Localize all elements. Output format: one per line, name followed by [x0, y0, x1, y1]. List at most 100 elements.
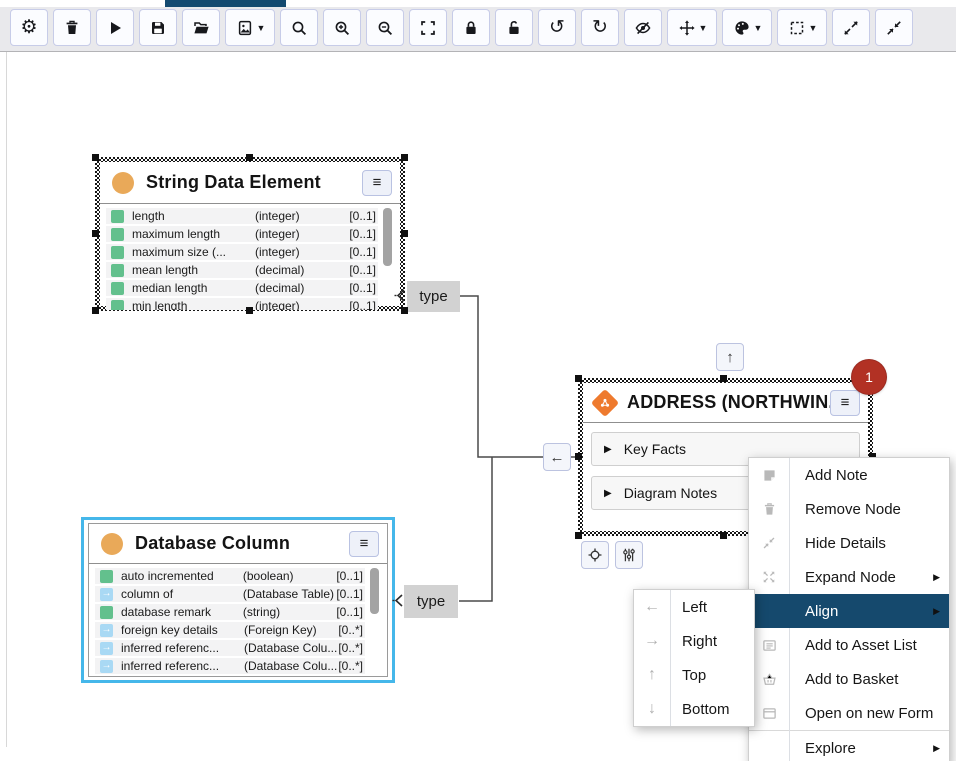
- open-button[interactable]: [182, 9, 220, 46]
- entity-icon: [591, 388, 619, 416]
- relation-icon: →: [100, 624, 113, 637]
- menu-item-add-to-basket[interactable]: Add to Basket: [749, 662, 949, 696]
- attribute-row[interactable]: →inferred referenc...(Database Colu...[0…: [95, 640, 365, 656]
- node-string-data-element[interactable]: String Data Element ≡ length(integer)[0.…: [95, 157, 405, 311]
- attribute-row[interactable]: min length(integer)[0..1]: [106, 298, 378, 310]
- relation-icon: →: [100, 660, 113, 673]
- selection-handle[interactable]: [575, 532, 582, 539]
- folder-open-icon: [191, 18, 211, 38]
- selection-handle[interactable]: [575, 453, 582, 460]
- basket-icon: [749, 671, 789, 688]
- arrow-left-icon: ←: [634, 598, 670, 616]
- toolbar: ⚙ ▼: [0, 7, 956, 52]
- attribute-row[interactable]: length(integer)[0..1]: [106, 208, 378, 224]
- node-title: ADDRESS (NORTHWIN...: [627, 392, 830, 413]
- node-scrollbar[interactable]: [383, 208, 392, 266]
- attribute-row[interactable]: →foreign key details(Foreign Key)[0..*]: [95, 622, 365, 638]
- attribute-row[interactable]: →inferred referenc...(Database Colu...[0…: [95, 658, 365, 674]
- move-mode-button[interactable]: ▼: [667, 9, 717, 46]
- menu-item-add-to-asset-list[interactable]: Add to Asset List: [749, 628, 949, 662]
- node-scrollbar[interactable]: [370, 568, 379, 614]
- expand-all-button[interactable]: [832, 9, 870, 46]
- filter-node-button[interactable]: [615, 541, 643, 569]
- settings-button[interactable]: ⚙: [10, 9, 48, 46]
- node-menu-button[interactable]: ≡: [362, 170, 392, 196]
- selection-handle[interactable]: [246, 307, 253, 314]
- zoom-in-icon: [332, 18, 352, 38]
- attribute-row[interactable]: maximum size (...(integer)[0..1]: [106, 244, 378, 260]
- selection-handle[interactable]: [401, 307, 408, 314]
- note-icon: [749, 467, 789, 484]
- attribute-list: auto incremented(boolean)[0..1] →column …: [89, 564, 387, 676]
- expand-triangle-icon: ▶: [604, 488, 612, 499]
- unlock-icon: [504, 18, 524, 38]
- menu-item-open-on-new-form[interactable]: Open on new Form: [749, 696, 949, 730]
- attribute-row[interactable]: maximum length(integer)[0..1]: [106, 226, 378, 242]
- select-mode-button[interactable]: ▼: [777, 9, 827, 46]
- delete-button[interactable]: [53, 9, 91, 46]
- zoom-in-button[interactable]: [323, 9, 361, 46]
- top-tab-indicator: [165, 0, 286, 7]
- gear-icon: ⚙: [20, 18, 37, 37]
- submenu-item-right[interactable]: → Right: [634, 624, 754, 658]
- menu-item-remove-node[interactable]: Remove Node: [749, 492, 949, 526]
- attribute-row[interactable]: auto incremented(boolean)[0..1]: [95, 568, 365, 584]
- menu-item-add-note[interactable]: Add Note: [749, 458, 949, 492]
- menu-item-align[interactable]: Align ▶: [749, 594, 949, 628]
- attribute-row[interactable]: mean length(decimal)[0..1]: [106, 262, 378, 278]
- menu-item-hide-details[interactable]: Hide Details: [749, 526, 949, 560]
- edge-label-type[interactable]: type: [404, 585, 458, 618]
- save-button[interactable]: [139, 9, 177, 46]
- node-menu-button[interactable]: ≡: [349, 531, 379, 557]
- edge-label-type[interactable]: type: [407, 281, 460, 312]
- attribute-row[interactable]: →column of(Database Table)[0..1]: [95, 586, 365, 602]
- lock-button[interactable]: [452, 9, 490, 46]
- search-button[interactable]: [280, 9, 318, 46]
- chevron-down-icon: ▼: [754, 23, 763, 33]
- asset-list-icon: [749, 637, 789, 654]
- menu-item-explore[interactable]: Explore ▶: [749, 731, 949, 761]
- palette-icon: [732, 18, 752, 38]
- sliders-icon: [620, 546, 638, 564]
- hide-button[interactable]: [624, 9, 662, 46]
- redo-button[interactable]: ↻: [581, 9, 619, 46]
- selection-handle[interactable]: [575, 375, 582, 382]
- selection-handle[interactable]: [92, 154, 99, 161]
- relation-icon: →: [100, 642, 113, 655]
- node-menu-button[interactable]: ≡: [830, 390, 860, 416]
- node-header[interactable]: String Data Element ≡: [100, 162, 400, 204]
- attribute-icon: [111, 282, 124, 295]
- undo-button[interactable]: ↺: [538, 9, 576, 46]
- submenu-item-bottom[interactable]: ↓ Bottom: [634, 692, 754, 726]
- align-left-quick-button[interactable]: ←: [543, 443, 571, 471]
- attribute-icon: [111, 228, 124, 241]
- selection-handle[interactable]: [720, 375, 727, 382]
- node-database-column[interactable]: Database Column ≡ auto incremented(boole…: [88, 523, 388, 677]
- fit-view-button[interactable]: [409, 9, 447, 46]
- zoom-out-button[interactable]: [366, 9, 404, 46]
- appearance-button[interactable]: ▼: [722, 9, 772, 46]
- selection-handle[interactable]: [92, 307, 99, 314]
- unlock-button[interactable]: [495, 9, 533, 46]
- arrow-right-icon: →: [634, 632, 670, 650]
- collapse-all-button[interactable]: [875, 9, 913, 46]
- run-button[interactable]: [96, 9, 134, 46]
- submenu-item-left[interactable]: ← Left: [634, 590, 754, 624]
- node-header[interactable]: ADDRESS (NORTHWIN... ≡: [583, 383, 868, 423]
- chevron-down-icon: ▼: [809, 23, 818, 33]
- selection-handle[interactable]: [720, 532, 727, 539]
- attribute-row[interactable]: database remark(string)[0..1]: [95, 604, 365, 620]
- selection-handle[interactable]: [401, 154, 408, 161]
- export-image-button[interactable]: ▼: [225, 9, 275, 46]
- node-header[interactable]: Database Column ≡: [89, 524, 387, 564]
- selection-handle[interactable]: [401, 230, 408, 237]
- submenu-item-top[interactable]: ↑ Top: [634, 658, 754, 692]
- attribute-row[interactable]: median length(decimal)[0..1]: [106, 280, 378, 296]
- align-top-quick-button[interactable]: ↑: [716, 343, 744, 371]
- attribute-icon: [111, 210, 124, 223]
- selection-handle[interactable]: [92, 230, 99, 237]
- menu-item-expand-node[interactable]: Expand Node ▶: [749, 560, 949, 594]
- diagram-canvas[interactable]: String Data Element ≡ length(integer)[0.…: [0, 52, 956, 761]
- center-node-button[interactable]: [581, 541, 609, 569]
- selection-handle[interactable]: [246, 154, 253, 161]
